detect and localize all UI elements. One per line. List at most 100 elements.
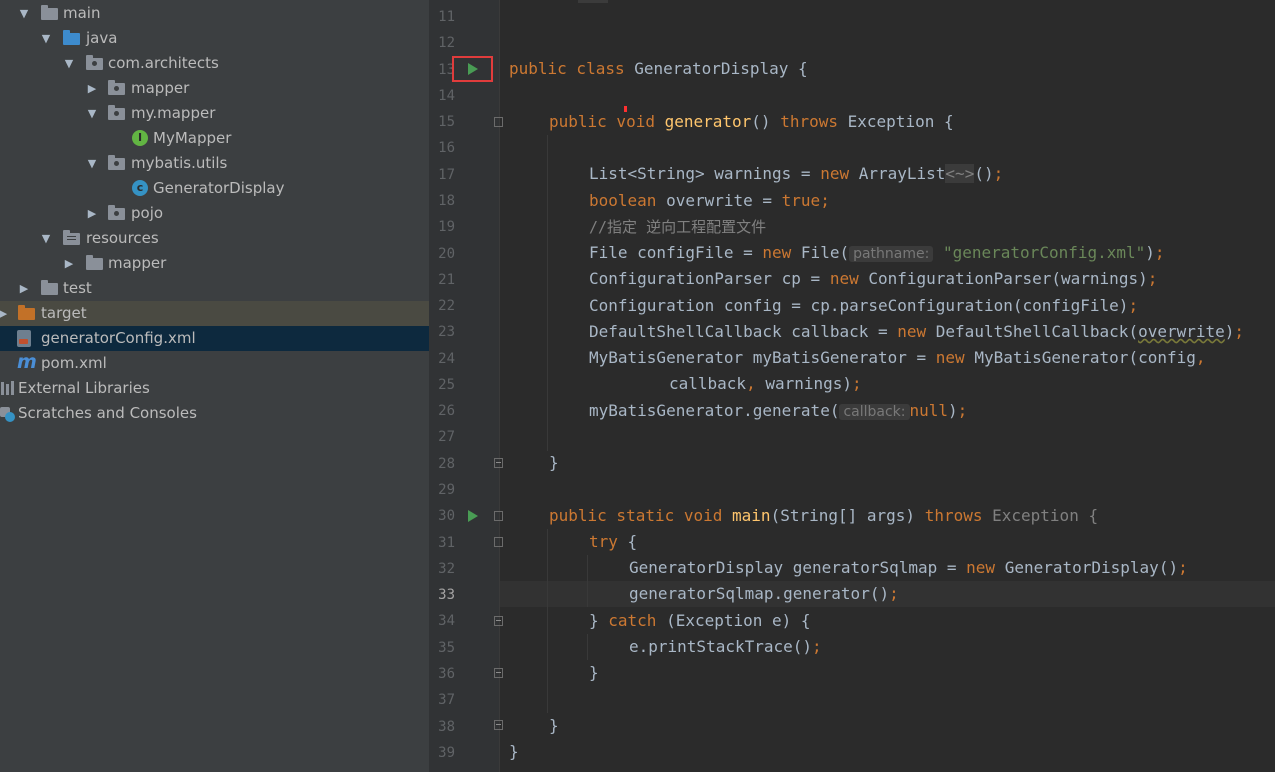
- chevron-right-icon[interactable]: ▶: [85, 76, 99, 101]
- code-text: (Exception e) {: [666, 611, 811, 630]
- keyword: new: [762, 243, 801, 262]
- line-number: 19: [438, 219, 455, 236]
- parameter-hint: pathname:: [849, 246, 934, 262]
- code-line-15[interactable]: public void generator() throws Exception…: [549, 109, 954, 135]
- chevron-right-icon[interactable]: ▶: [62, 251, 76, 276]
- tree-item-mapper[interactable]: ▶ mapper: [0, 76, 429, 101]
- code-line-31[interactable]: try {: [589, 529, 637, 555]
- tree-item-label: pom.xml: [41, 354, 107, 372]
- code-line-22[interactable]: Configuration config = cp.parseConfigura…: [589, 293, 1138, 319]
- chevron-down-icon[interactable]: ▼: [85, 151, 99, 176]
- code-line-35[interactable]: e.printStackTrace();: [629, 634, 822, 660]
- line-number: 25: [438, 376, 455, 393]
- fold-icon[interactable]: [494, 117, 503, 127]
- chevron-down-icon[interactable]: ▼: [17, 1, 31, 26]
- code-line-17[interactable]: List<String> warnings = new ArrayList<~>…: [589, 161, 1003, 187]
- chevron-right-icon[interactable]: ▶: [17, 276, 31, 301]
- code-line-33[interactable]: generatorSqlmap.generator();: [629, 581, 899, 607]
- code-line-18[interactable]: boolean overwrite = true;: [589, 188, 830, 214]
- code-line-20[interactable]: File configFile = new File(pathname: "ge…: [589, 240, 1165, 266]
- indent-guide: [587, 555, 588, 607]
- code-text: ): [1224, 322, 1235, 341]
- chevron-down-icon[interactable]: ▼: [62, 51, 76, 76]
- tree-item-label: mapper: [108, 254, 167, 272]
- tree-item-java[interactable]: ▼ java: [0, 26, 429, 51]
- tree-item-com-architects[interactable]: ▼ com.architects: [0, 51, 429, 76]
- code-line-30[interactable]: public static void main(String[] args) t…: [549, 503, 1098, 529]
- code-line-38[interactable]: }: [549, 713, 559, 739]
- code-text: GeneratorDisplay {: [634, 59, 808, 78]
- code-text: ): [1145, 243, 1155, 262]
- tree-item-mymapper[interactable]: I MyMapper: [0, 126, 429, 151]
- tree-item-label: mapper: [131, 79, 190, 97]
- code-line-23[interactable]: DefaultShellCallback callback = new Defa…: [589, 319, 1244, 345]
- line-number: 28: [438, 455, 455, 472]
- code-line-25[interactable]: callback, warnings);: [669, 371, 862, 397]
- chevron-down-icon[interactable]: ▼: [85, 101, 99, 126]
- code-text: File configFile =: [589, 243, 763, 262]
- keyword: public static void: [549, 506, 733, 525]
- fold-icon[interactable]: [494, 616, 503, 626]
- run-icon[interactable]: [468, 510, 478, 522]
- tree-item-mybatis-utils[interactable]: ▼ mybatis.utils: [0, 151, 429, 176]
- fold-icon[interactable]: [494, 668, 503, 678]
- code-text: callback: [669, 374, 747, 393]
- code-text: MyBatisGenerator myBatisGenerator =: [589, 348, 936, 367]
- class-icon: c: [132, 180, 148, 196]
- fold-icon[interactable]: [494, 458, 503, 468]
- code-line-36[interactable]: }: [589, 660, 599, 686]
- fold-icon[interactable]: [494, 511, 503, 521]
- semicolon: ;: [1154, 243, 1165, 262]
- line-number: 38: [438, 718, 455, 735]
- chevron-down-icon[interactable]: ▼: [39, 26, 53, 51]
- tree-item-generatorconfig-xml[interactable]: generatorConfig.xml: [0, 326, 429, 351]
- code-line-32[interactable]: GeneratorDisplay generatorSqlmap = new G…: [629, 555, 1188, 581]
- string-literal: "generatorConfig.xml": [942, 243, 1146, 262]
- tree-item-label: pojo: [131, 204, 164, 222]
- code-line-24[interactable]: MyBatisGenerator myBatisGenerator = new …: [589, 345, 1206, 371]
- tree-item-scratches[interactable]: Scratches and Consoles: [0, 401, 429, 426]
- tree-item-my-mapper[interactable]: ▼ my.mapper: [0, 101, 429, 126]
- package-icon: [86, 55, 103, 70]
- tree-item-label: com.architects: [108, 54, 219, 72]
- keyword: public void: [549, 112, 665, 131]
- code-text: DefaultShellCallback(: [935, 322, 1139, 341]
- chevron-right-icon[interactable]: ▶: [0, 301, 10, 326]
- tree-item-generatordisplay[interactable]: c GeneratorDisplay: [0, 176, 429, 201]
- tree-item-external-libraries[interactable]: External Libraries: [0, 376, 429, 401]
- diamond-hint: <~>: [945, 164, 975, 183]
- code-text: Exception {: [992, 506, 1099, 525]
- tree-item-pojo[interactable]: ▶ pojo: [0, 201, 429, 226]
- line-number: 36: [438, 666, 455, 682]
- line-number: 21: [438, 271, 455, 288]
- code-line-21[interactable]: ConfigurationParser cp = new Configurati…: [589, 266, 1157, 292]
- code-text: (): [751, 112, 781, 131]
- tree-item-main[interactable]: ▼ main: [0, 1, 429, 26]
- chevron-right-icon[interactable]: ▶: [85, 201, 99, 226]
- line-number: 20: [438, 245, 455, 262]
- code-line-39[interactable]: }: [509, 739, 519, 765]
- line-number: 14: [438, 87, 455, 104]
- tree-item-label: External Libraries: [18, 379, 150, 397]
- code-line-26[interactable]: myBatisGenerator.generate(callback: null)…: [589, 398, 967, 424]
- line-number: 37: [438, 692, 455, 709]
- tree-item-test[interactable]: ▶ test: [0, 276, 429, 301]
- tree-item-target[interactable]: ▶ target: [0, 301, 429, 326]
- code-text: overwrite: [1138, 322, 1225, 341]
- tree-item-pom-xml[interactable]: m pom.xml: [0, 351, 429, 376]
- code-line-28[interactable]: }: [549, 450, 559, 476]
- fold-icon[interactable]: [494, 720, 503, 730]
- keyword: new: [935, 348, 975, 367]
- line-number: 27: [438, 429, 455, 446]
- chevron-down-icon[interactable]: ▼: [39, 226, 53, 251]
- tree-item-resources-mapper[interactable]: ▶ mapper: [0, 251, 429, 276]
- tree-item-resources[interactable]: ▼ resources: [0, 226, 429, 251]
- line-number: 35: [438, 639, 455, 656]
- fold-icon[interactable]: [494, 537, 503, 547]
- code-line-13[interactable]: public class GeneratorDisplay {: [509, 56, 808, 82]
- semicolon: ;: [957, 401, 968, 420]
- keyword: throws: [924, 506, 993, 525]
- code-line-19-comment[interactable]: //指定 逆向工程配置文件: [589, 214, 766, 240]
- code-line-34[interactable]: } catch (Exception e) {: [589, 608, 811, 634]
- keyword: new: [820, 164, 859, 183]
